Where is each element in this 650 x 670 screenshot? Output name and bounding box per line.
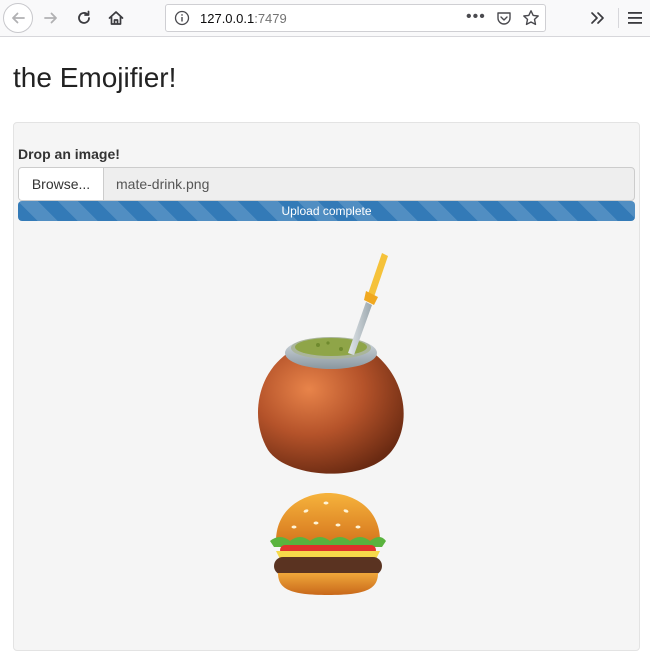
upload-panel: Drop an image! Browse... mate-drink.png … <box>13 122 640 651</box>
drop-label: Drop an image! <box>18 146 120 162</box>
url-host: 127.0.0.1 <box>200 11 255 26</box>
url-bar[interactable]: 127.0.0.1:7479 ••• <box>165 4 546 32</box>
url-port: :7479 <box>254 11 287 26</box>
toolbar-separator <box>618 8 619 28</box>
home-button[interactable] <box>101 3 131 33</box>
file-name: mate-drink.png <box>116 176 210 192</box>
browse-button[interactable]: Browse... <box>19 168 104 200</box>
mate-drink-emoji <box>257 253 404 474</box>
file-input[interactable]: Browse... mate-drink.png <box>18 167 635 201</box>
home-icon <box>108 11 124 25</box>
url-text: 127.0.0.1:7479 <box>200 11 287 26</box>
upload-progress: Upload complete <box>18 201 635 221</box>
hamburger-menu-icon[interactable] <box>626 8 644 28</box>
bookmark-star-icon[interactable] <box>522 9 540 27</box>
hamburger-emoji <box>270 493 386 595</box>
more-dots-icon[interactable]: ••• <box>466 8 486 26</box>
info-icon[interactable] <box>174 10 190 26</box>
overflow-chevrons-icon[interactable] <box>588 8 608 28</box>
progress-bar: Upload complete <box>18 201 635 221</box>
progress-text: Upload complete <box>281 204 372 218</box>
back-arrow-icon <box>12 12 25 24</box>
forward-arrow-icon <box>44 12 57 24</box>
reload-button[interactable] <box>69 3 99 33</box>
browser-toolbar: 127.0.0.1:7479 ••• <box>0 0 650 37</box>
forward-button[interactable] <box>36 3 66 33</box>
back-button[interactable] <box>3 3 33 33</box>
reload-icon <box>78 10 90 24</box>
pocket-icon[interactable] <box>496 10 512 26</box>
page-title: the Emojifier! <box>13 62 177 93</box>
